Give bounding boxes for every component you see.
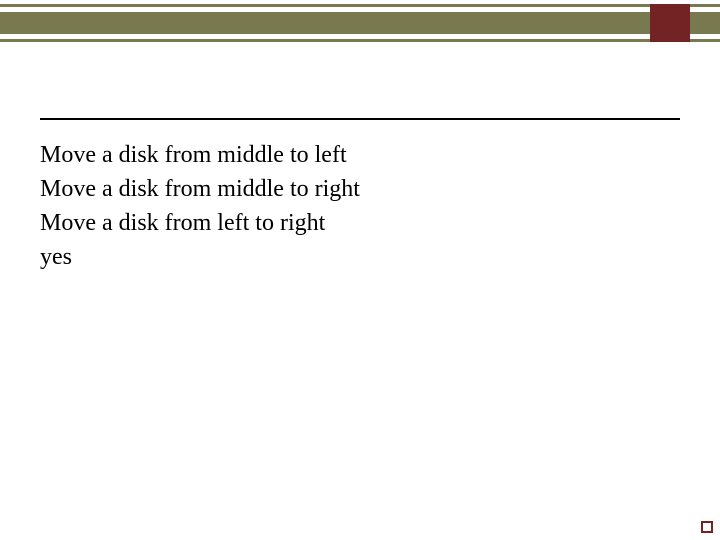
body-line-3: Move a disk from left to right	[40, 206, 680, 240]
body-line-2: Move a disk from middle to right	[40, 172, 680, 206]
body-line-4: yes	[40, 240, 680, 274]
header-stripe-bottom	[0, 34, 720, 39]
header-band	[0, 4, 720, 42]
slide-end-marker-icon	[701, 521, 713, 533]
header-stripe-top	[0, 7, 720, 12]
body-content: Move a disk from middle to left Move a d…	[40, 138, 680, 274]
body-line-1: Move a disk from middle to left	[40, 138, 680, 172]
slide: Move a disk from middle to left Move a d…	[0, 0, 720, 540]
title-underline	[40, 118, 680, 120]
header-accent	[650, 4, 690, 42]
